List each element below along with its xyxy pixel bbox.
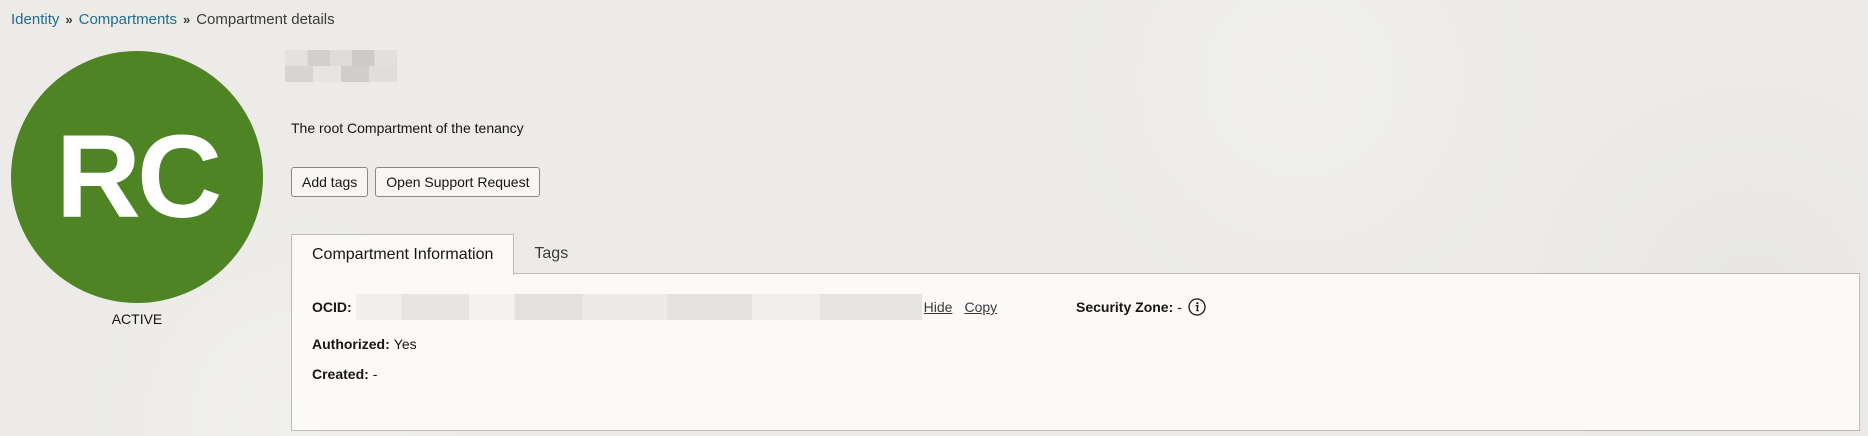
ocid-label: OCID: (312, 299, 352, 315)
security-zone-value: - (1177, 299, 1182, 315)
compartment-information-panel: OCID: Hide Copy Authorized: Yes Created:… (291, 273, 1860, 431)
ocid-value-redacted (355, 294, 922, 320)
tab-compartment-information[interactable]: Compartment Information (291, 234, 515, 275)
page-title-redacted (285, 50, 397, 82)
action-buttons: Add tags Open Support Request (291, 167, 541, 197)
compartment-description: The root Compartment of the tenancy (291, 120, 524, 136)
security-zone-row: Security Zone: - (1076, 294, 1206, 320)
created-label: Created: (312, 366, 369, 382)
compartment-avatar: RC (11, 51, 263, 303)
ocid-row: OCID: Hide Copy (312, 294, 997, 320)
ocid-copy-link[interactable]: Copy (964, 299, 997, 315)
status-label: ACTIVE (111, 311, 163, 327)
breadcrumb-current: Compartment details (196, 11, 335, 28)
breadcrumb: Identity » Compartments » Compartment de… (11, 11, 335, 28)
created-value: - (372, 366, 378, 382)
add-tags-button[interactable]: Add tags (291, 167, 369, 197)
authorized-row: Authorized: Yes (312, 336, 417, 352)
breadcrumb-link-compartments[interactable]: Compartments (79, 11, 177, 28)
ocid-hide-link[interactable]: Hide (924, 299, 953, 315)
info-icon[interactable] (1188, 298, 1206, 316)
breadcrumb-separator: » (65, 12, 73, 27)
breadcrumb-link-identity[interactable]: Identity (11, 11, 59, 28)
authorized-value: Yes (393, 336, 417, 352)
tab-tags[interactable]: Tags (514, 234, 588, 274)
security-zone-label: Security Zone: (1076, 299, 1174, 315)
breadcrumb-separator: » (182, 12, 191, 27)
open-support-request-button[interactable]: Open Support Request (375, 167, 541, 197)
avatar-initials: RC (55, 111, 222, 243)
authorized-label: Authorized: (312, 336, 390, 352)
created-row: Created: - (312, 366, 377, 382)
tab-bar: Compartment Information Tags (291, 234, 588, 275)
